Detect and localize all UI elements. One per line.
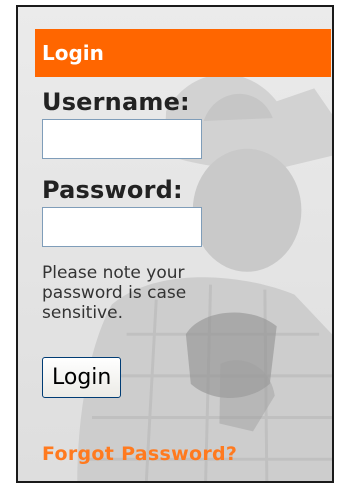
login-panel: Login Username: Password: Please note yo… xyxy=(16,5,334,483)
login-button[interactable]: Login xyxy=(42,357,122,398)
login-header-bar: Login xyxy=(35,29,331,77)
username-label: Username: xyxy=(42,88,190,116)
password-label: Password: xyxy=(42,176,183,204)
case-sensitive-note: Please note your password is case sensit… xyxy=(42,263,187,323)
forgot-password-link[interactable]: Forgot Password? xyxy=(42,443,237,465)
password-input[interactable] xyxy=(42,207,202,247)
login-header-title: Login xyxy=(42,41,104,65)
username-input[interactable] xyxy=(42,119,202,159)
